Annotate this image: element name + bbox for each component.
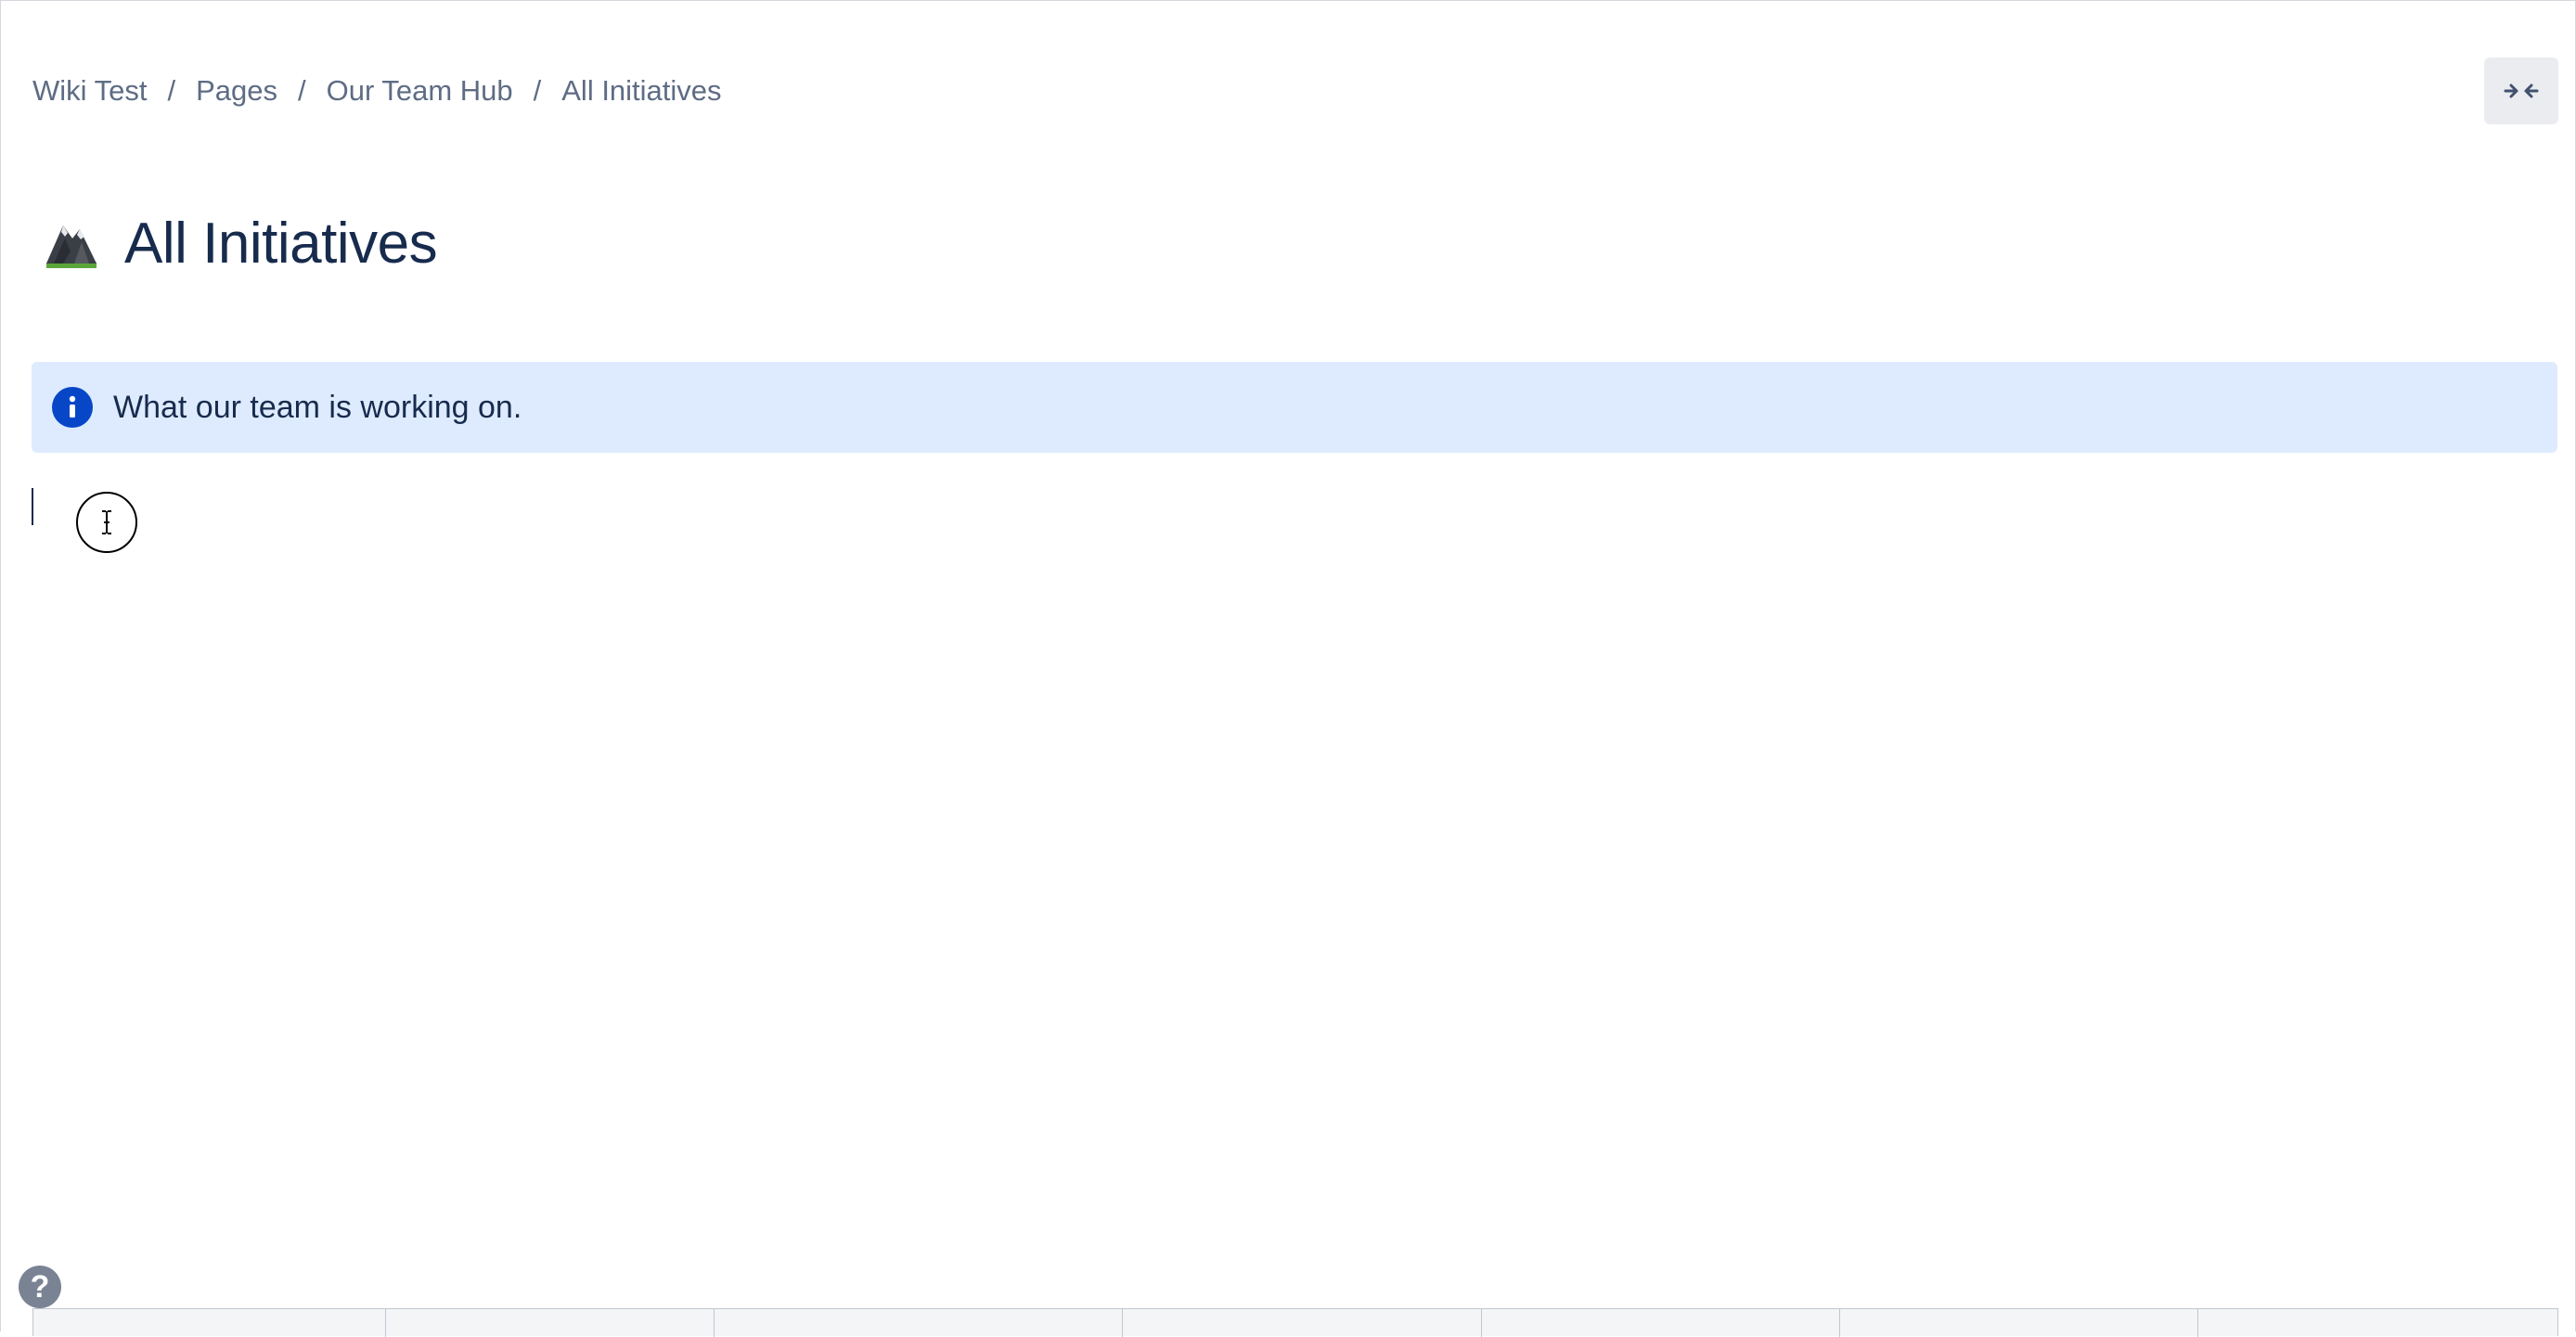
table-column-divider [714,1309,715,1337]
breadcrumb-item-space[interactable]: Wiki Test [32,74,147,108]
breadcrumb-separator: / [533,74,542,107]
collapse-width-button[interactable] [2484,58,2558,124]
info-panel[interactable]: What our team is working on. [32,362,2557,453]
table-column-divider [1839,1309,1840,1337]
text-cursor-icon [76,492,137,553]
breadcrumb-item-pages[interactable]: Pages [196,74,277,108]
help-button[interactable]: ? [19,1266,61,1308]
page-title-row: All Initiatives [43,206,438,280]
page-title[interactable]: All Initiatives [124,211,438,276]
page-frame [0,0,2576,1331]
info-icon [52,387,93,428]
table-column-divider [1481,1309,1482,1337]
breadcrumb-separator: / [167,74,176,107]
mountain-icon [46,225,97,268]
text-caret [32,488,33,525]
breadcrumb-item-current[interactable]: All Initiatives [561,74,721,108]
info-panel-text[interactable]: What our team is working on. [113,390,522,426]
table-column-divider [2197,1309,2198,1337]
breadcrumb: Wiki Test / Pages / Our Team Hub / All I… [32,71,722,111]
table-column-divider [1122,1309,1123,1337]
breadcrumb-item-parent[interactable]: Our Team Hub [327,74,513,108]
breadcrumb-separator: / [297,74,306,107]
collapse-arrows-icon [2504,84,2539,98]
table-column-divider [385,1309,386,1337]
